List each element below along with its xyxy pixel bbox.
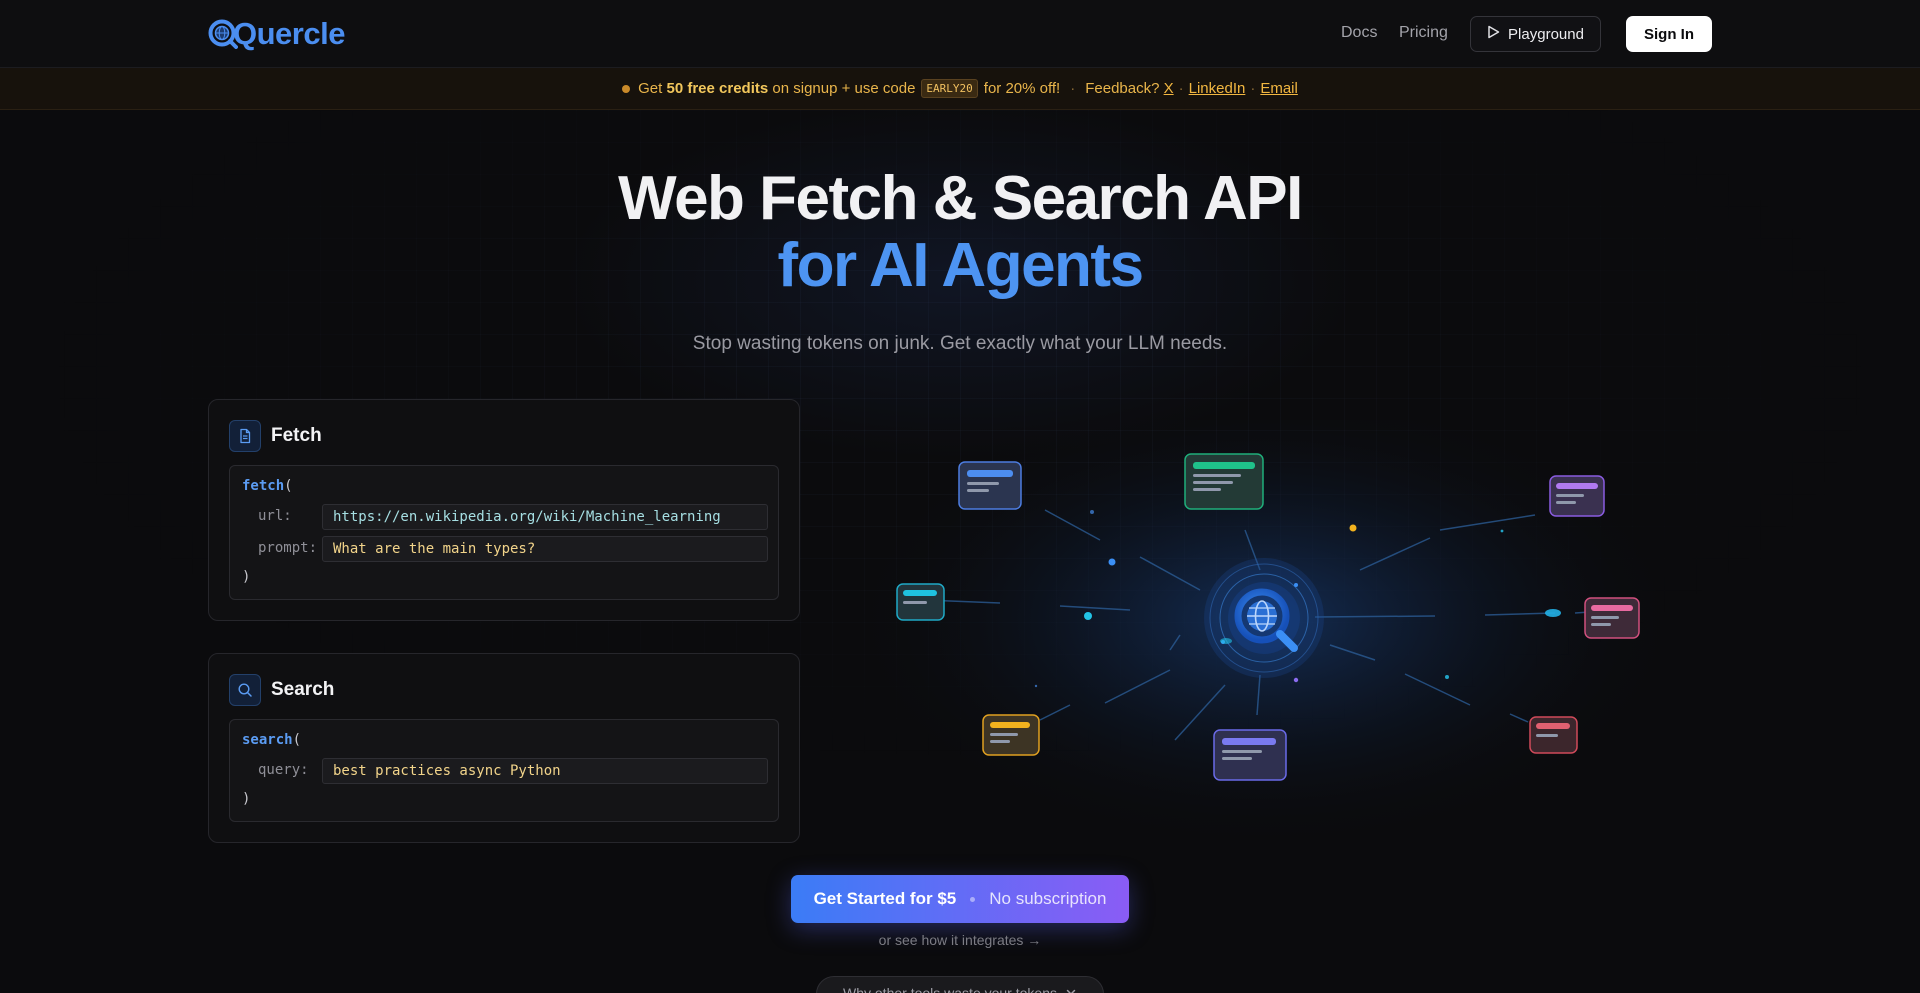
chevron-down-icon [1065,985,1077,993]
fetch-code-block: fetch( url: https://en.wikipedia.org/wik… [229,465,779,600]
fetch-card: Fetch fetch( url: https://en.wikipedia.o… [208,399,800,621]
prompt-label: prompt: [258,540,318,556]
search-code-block: search( query: best practices async Pyth… [229,719,779,822]
prompt-input[interactable]: What are the main types? [322,536,768,562]
hero-title: Web Fetch & Search API [618,164,1303,233]
play-icon [1487,25,1500,43]
node-card-red [1529,716,1578,754]
search-icon [229,674,261,706]
get-started-button[interactable]: Get Started for $5 No subscription [791,875,1129,923]
banner-post: for 20% off! [983,80,1061,97]
url-input[interactable]: https://en.wikipedia.org/wiki/Machine_le… [322,504,768,530]
status-dot-icon [622,84,631,93]
search-card-header: Search [229,674,334,706]
open-paren: ( [292,732,302,748]
close-paren: ) [242,791,251,807]
open-paren: ( [284,478,293,494]
logo[interactable]: Quercle [208,14,345,54]
document-icon [229,420,261,452]
banner-credits: 50 free credits [666,80,769,97]
url-label: url: [258,508,292,524]
sign-in-button[interactable]: Sign In [1626,16,1712,52]
search-function-name: search( [242,732,302,748]
link-linkedin[interactable]: LinkedIn [1189,80,1246,97]
banner-mid: on signup + use code [772,80,916,97]
search-card: Search search( query: best practices asy… [208,653,800,843]
nav-pricing[interactable]: Pricing [1399,24,1448,42]
fetch-function-name: fetch( [242,478,293,494]
banner-separator: · [1070,80,1076,97]
network-illustration [845,390,1760,850]
magnifier-globe-icon [208,19,238,49]
playground-label: Playground [1508,25,1584,43]
query-input[interactable]: best practices async Python [322,758,768,784]
cta-separator [970,896,976,902]
node-card-cyan [896,583,945,621]
close-paren: ) [242,569,251,585]
integrate-link[interactable]: or see how it integrates → [0,932,1920,948]
node-card-blue [958,461,1022,510]
node-card-pink [1584,597,1640,639]
node-card-yellow [982,714,1040,756]
link-x[interactable]: X [1164,80,1174,97]
node-card-green [1184,453,1264,510]
banner-dot: · [1250,80,1256,97]
top-nav: Quercle Docs Pricing Playground Sign In [0,0,1920,68]
promo-code: EARLY20 [921,79,978,98]
nav-docs[interactable]: Docs [1341,24,1377,42]
node-card-purple [1549,475,1605,517]
playground-button[interactable]: Playground [1470,16,1601,52]
fetch-card-header: Fetch [229,420,322,452]
why-tokens-toggle[interactable]: Why other tools waste your tokens [816,976,1104,993]
banner-dot: · [1178,80,1184,97]
link-email[interactable]: Email [1260,80,1298,97]
hero-title-accent: for AI Agents [777,231,1144,300]
banner-pre: Get [638,80,663,97]
query-label: query: [258,762,309,778]
why-tokens-label: Why other tools waste your tokens [843,985,1057,993]
logo-text: Quercle [233,16,345,51]
cta-main-label: Get Started for $5 [813,889,957,908]
search-card-title: Search [271,679,335,700]
cta-sub-label: No subscription [989,889,1107,908]
banner-feedback: Feedback? [1085,80,1160,97]
fetch-card-title: Fetch [271,425,322,446]
node-card-indigo [1213,729,1287,781]
hero-subtitle: Stop wasting tokens on junk. Get exactly… [692,333,1228,354]
